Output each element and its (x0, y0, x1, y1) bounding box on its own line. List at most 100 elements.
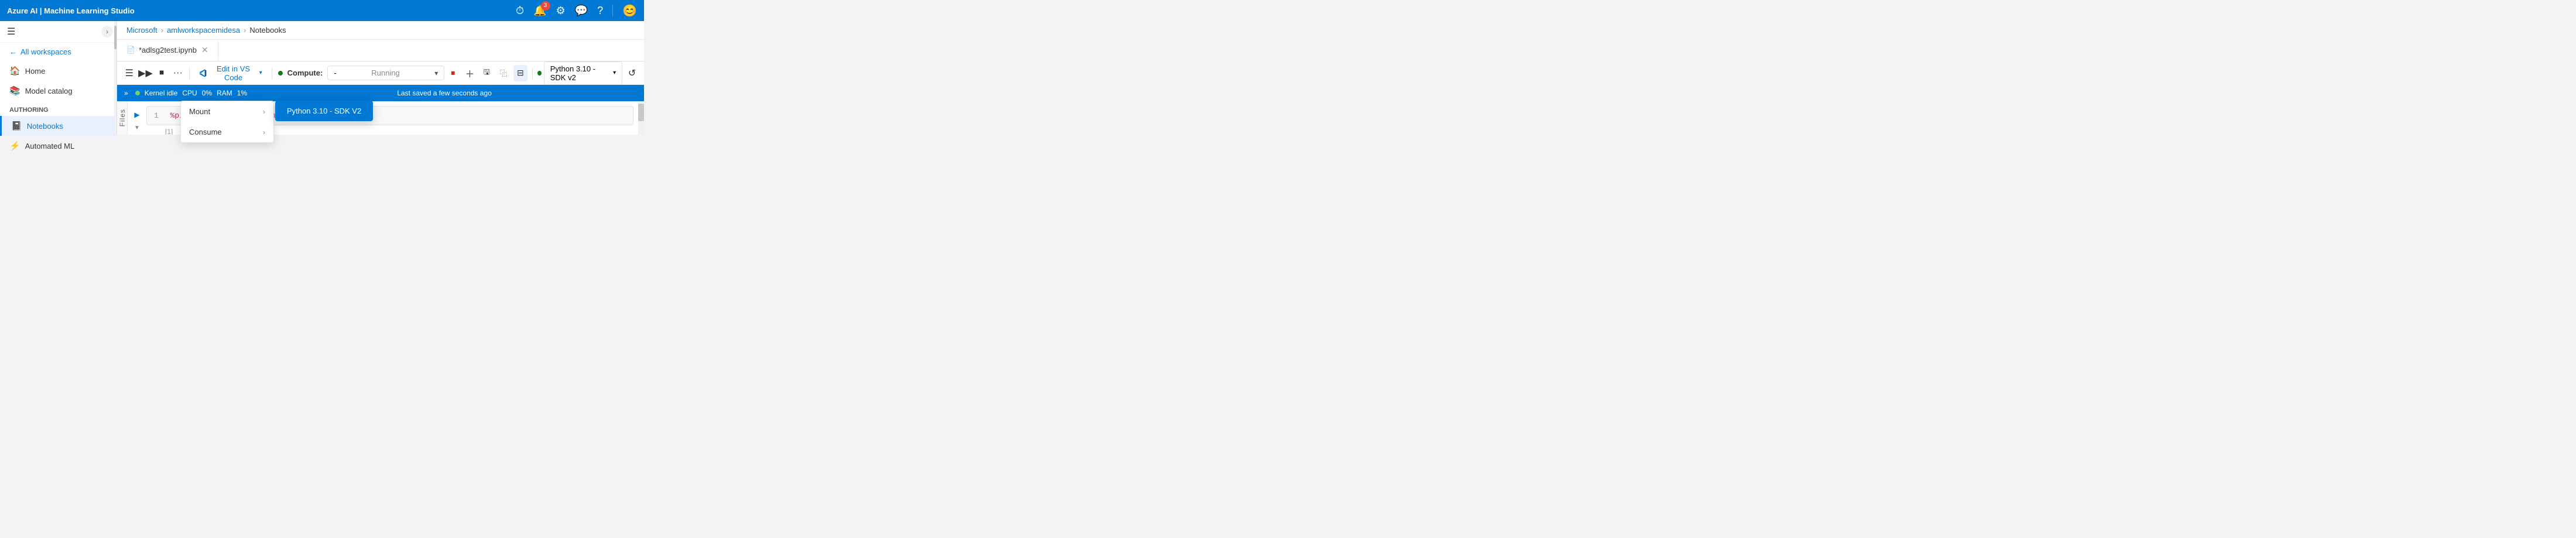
tab-notebook[interactable]: 📄 *adlsg2test.ipynb ✕ (117, 40, 218, 61)
consume-chevron-icon: › (263, 128, 265, 136)
header-divider (612, 5, 613, 16)
compute-section: Compute: - Running ▾ (278, 66, 445, 80)
history-icon[interactable]: ⏱ (516, 5, 524, 17)
kernel-status: Kernel idle (145, 89, 178, 97)
ram-label: RAM (217, 89, 232, 97)
feedback-icon[interactable]: 💬 (575, 5, 588, 17)
python-kernel-dropdown[interactable]: Python 3.10 - SDK v2 ▾ (544, 61, 622, 85)
cpu-label: CPU (182, 89, 197, 97)
restart-kernel-btn[interactable]: ↺ (625, 65, 639, 81)
hamburger-icon[interactable]: ☰ (7, 26, 15, 37)
sidebar-scrollbar[interactable] (114, 21, 117, 135)
sidebar-scrollbar-thumb (114, 26, 117, 49)
home-icon: 🏠 (9, 66, 20, 76)
breadcrumb-sep-2: › (244, 26, 246, 35)
vs-code-icon (198, 68, 207, 78)
tab-close-btn[interactable]: ✕ (201, 45, 208, 55)
mount-menu-item[interactable]: Mount › (181, 101, 273, 122)
compute-status: Running (341, 68, 430, 77)
right-scrollbar-thumb (638, 104, 644, 121)
toolbar-divider-1 (189, 67, 190, 79)
interrupt-kernel-btn[interactable]: ⏹ (446, 65, 460, 81)
notification-badge: 3 (541, 1, 550, 11)
cell-controls: ▶ ▼ (128, 106, 146, 134)
sidebar-item-automated-ml[interactable]: ⚡ Automated ML (0, 136, 117, 156)
run-cell-btn[interactable]: ▶ (131, 108, 143, 121)
python-status-dot (537, 71, 542, 76)
mount-label: Mount (189, 107, 210, 116)
edit-vs-code-chevron: ▾ (259, 70, 262, 76)
compute-name: - (334, 68, 336, 77)
sidebar-item-model-catalog[interactable]: 📚 Model catalog (0, 81, 117, 101)
stop-btn[interactable]: ⏹ (154, 65, 169, 81)
compute-label: Compute: (287, 68, 323, 77)
notifications-icon[interactable]: 🔔 3 (533, 5, 546, 17)
menu-btn[interactable]: ☰ (122, 65, 137, 81)
sidebar-item-home[interactable]: 🏠 Home (0, 61, 117, 81)
header-left: Azure AI | Machine Learning Studio (7, 6, 135, 15)
toolbar-right: ⏹ ＋ 🖫 ⿻ ⊟ Python 3.10 - SDK v2 ▾ ↺ (446, 61, 639, 85)
sidebar-top: ☰ (0, 21, 117, 43)
toolbar: ☰ ▶▶ ⏹ ··· Edit in VS Code ▾ Compute: (117, 61, 644, 85)
toolbar-divider-3 (532, 67, 533, 79)
back-arrow-icon: ← (9, 47, 17, 56)
breadcrumb: Microsoft › amlworkspacemidesa › Noteboo… (117, 21, 644, 40)
compute-dropdown[interactable]: - Running ▾ (327, 66, 444, 80)
header-right: ⏱ 🔔 3 ⚙ 💬 ? 😊 (516, 4, 637, 18)
python-kernel-label: Python 3.10 - SDK v2 (550, 64, 609, 82)
save-status: Last saved a few seconds ago (252, 89, 637, 97)
breadcrumb-workspace[interactable]: amlworkspacemidesa (167, 26, 240, 35)
files-label: Files (118, 109, 126, 126)
compute-dropdown-chevron: ▾ (434, 69, 438, 77)
consume-label: Consume (189, 128, 222, 136)
tab-bar: 📄 *adlsg2test.ipynb ✕ (117, 40, 644, 61)
settings-icon[interactable]: ⚙ (556, 5, 566, 17)
notebooks-label: Notebooks (27, 122, 63, 131)
cpu-value: 0% (202, 89, 212, 97)
right-scrollbar[interactable] (638, 101, 644, 135)
breadcrumb-sep-1: › (161, 26, 163, 35)
copy-cell-btn[interactable]: ⿻ (496, 65, 511, 81)
notebooks-icon: 📓 (11, 121, 22, 131)
consume-menu-item[interactable]: Consume › (181, 122, 273, 142)
ram-value: 1% (237, 89, 247, 97)
help-icon[interactable]: ? (597, 5, 603, 17)
tab-file-icon: 📄 (126, 46, 135, 54)
collapse-sidebar-btn[interactable]: › (101, 26, 113, 37)
app-title: Azure AI | Machine Learning Studio (7, 6, 135, 15)
back-nav-label: All workspaces (20, 47, 71, 56)
back-nav[interactable]: ← All workspaces (0, 43, 117, 61)
files-sidebar: Files (117, 101, 128, 135)
collapse-left-btn[interactable]: » (124, 89, 128, 97)
add-cell-btn[interactable]: ＋ (463, 65, 477, 81)
line-number: 1 (154, 111, 159, 120)
python-submenu[interactable]: Python 3.10 - SDK V2 (275, 101, 373, 121)
breadcrumb-microsoft[interactable]: Microsoft (126, 26, 157, 35)
more-btn[interactable]: ··· (170, 65, 186, 81)
compute-status-dot (278, 71, 283, 76)
profile-icon[interactable]: 😊 (622, 4, 637, 18)
authoring-section-title: Authoring (0, 101, 117, 116)
automated-ml-icon: ⚡ (9, 141, 20, 151)
model-catalog-label: Model catalog (25, 87, 73, 95)
save-cell-btn[interactable]: 🖫 (479, 65, 494, 81)
breadcrumb-notebooks: Notebooks (249, 26, 286, 35)
status-bar: » Kernel idle CPU 0% RAM 1% Last saved a… (117, 85, 644, 101)
python-kernel-chevron: ▾ (613, 70, 616, 76)
edit-vs-code-btn[interactable]: Edit in VS Code ▾ (193, 62, 268, 84)
home-label: Home (25, 67, 46, 76)
automated-ml-label: Automated ML (25, 142, 75, 150)
python-submenu-label: Python 3.10 - SDK V2 (287, 107, 361, 115)
tab-label: *adlsg2test.ipynb (139, 46, 197, 54)
mount-chevron-icon: › (263, 108, 265, 116)
run-all-btn[interactable]: ▶▶ (138, 65, 153, 81)
edit-vs-code-label: Edit in VS Code (211, 64, 255, 82)
sidebar-item-notebooks[interactable]: 📓 Notebooks (0, 116, 117, 136)
cell-expand-btn[interactable]: ▼ (131, 121, 143, 134)
header-bar: Azure AI | Machine Learning Studio ⏱ 🔔 3… (0, 0, 644, 21)
model-catalog-icon: 📚 (9, 85, 20, 96)
kernel-settings-btn[interactable]: ⊟ (513, 65, 528, 81)
execution-count: [1] (165, 128, 173, 135)
sidebar: ☰ › ← All workspaces 🏠 Home 📚 Model cata… (0, 21, 117, 135)
kernel-status-dot (135, 91, 140, 95)
